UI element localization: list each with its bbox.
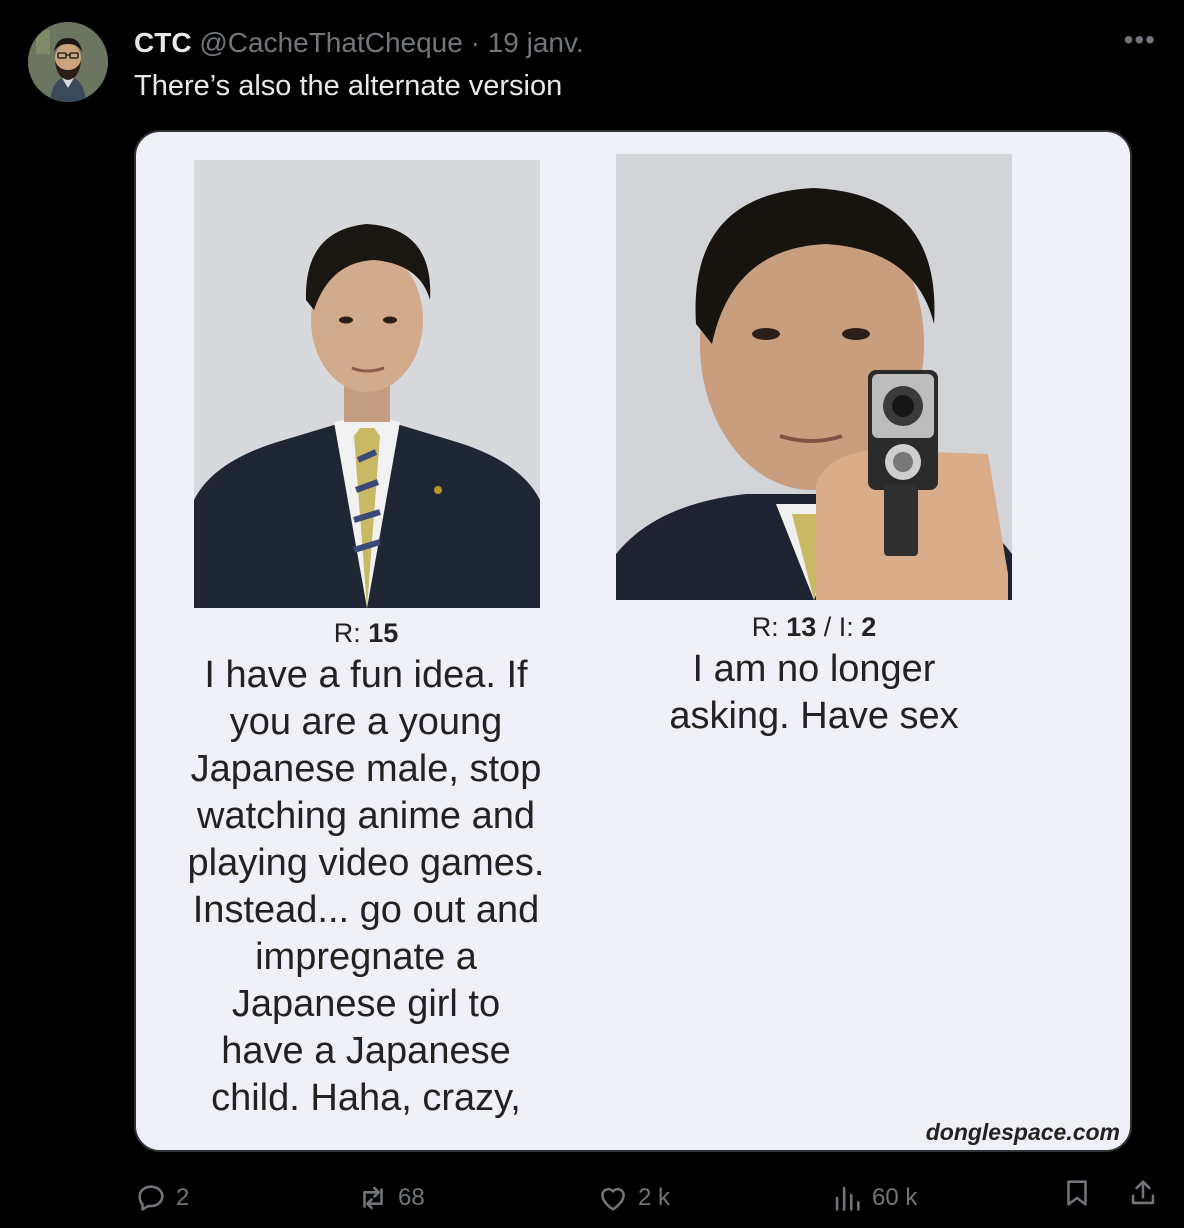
left-caption: R: 15 I have a fun idea. If you are a yo…: [156, 618, 576, 1122]
bookmark-icon: [1067, 1180, 1087, 1206]
like-count: 2 k: [638, 1184, 671, 1211]
repost-count: 68: [398, 1184, 425, 1211]
left-quote-line: I have a fun idea. If: [204, 654, 528, 696]
left-quote-line: Japanese male, stop: [190, 748, 542, 790]
views-chart-icon: [835, 1186, 860, 1211]
avatar-illustration: [28, 22, 108, 102]
tweet-header: CTC @CacheThatCheque · 19 janv.: [134, 26, 584, 60]
left-quote-line: have a Japanese: [221, 1030, 511, 1072]
bookmark-button[interactable]: [1060, 1176, 1094, 1210]
right-quote: I am no longer asking. Have sex: [614, 646, 1014, 740]
author-name[interactable]: CTC: [134, 27, 192, 58]
reply-button[interactable]: 2: [134, 1176, 189, 1220]
portrait-photo: [194, 160, 540, 608]
left-rank-value: 15: [368, 618, 399, 648]
left-quote-line: child. Haha, crazy,: [211, 1077, 521, 1119]
tweet-actions: 2 68 2 k 60 k: [134, 1176, 1164, 1220]
author-avatar[interactable]: [28, 22, 108, 102]
watermark: donglespace.com: [925, 1119, 1120, 1145]
repost-button[interactable]: 68: [356, 1176, 425, 1220]
views-count: 60 k: [872, 1184, 918, 1211]
left-quote-line: watching anime and: [197, 795, 535, 837]
left-quote-line: Japanese girl to: [231, 983, 501, 1025]
repost-icon: [363, 1186, 383, 1210]
like-button[interactable]: 2 k: [596, 1176, 670, 1220]
tweet-media-image[interactable]: R: 15 I have a fun idea. If you are a yo…: [134, 130, 1132, 1152]
left-rank-label: R:: [333, 618, 369, 648]
share-icon: [1131, 1180, 1155, 1205]
tweet-text: There’s also the alternate version: [134, 70, 563, 102]
left-quote-line: impregnate a: [255, 936, 477, 978]
tweet-date[interactable]: 19 janv.: [488, 27, 584, 58]
left-quote-line: playing video games.: [187, 842, 545, 884]
right-quote-line: I am no longer: [692, 648, 936, 690]
right-rank-label: R:: [751, 612, 787, 642]
header-separator: ·: [470, 27, 480, 58]
views-button[interactable]: 60 k: [830, 1176, 917, 1220]
left-rank: R: 15: [156, 618, 576, 648]
share-button[interactable]: [1126, 1176, 1160, 1210]
heart-icon: [601, 1187, 625, 1211]
right-rank-value: 13: [786, 612, 817, 642]
left-quote-line: you are a young: [229, 701, 503, 743]
left-quote: I have a fun idea. If you are a young Ja…: [156, 652, 576, 1122]
right-rank: R: 13 / I: 2: [614, 612, 1014, 642]
more-horizontal-icon: •••: [1123, 24, 1156, 55]
reply-icon: [138, 1185, 164, 1211]
reply-count: 2: [176, 1184, 190, 1211]
gun-pointing-photo: [616, 154, 1012, 600]
right-rank-separator: / I:: [816, 612, 862, 642]
gun-pointing-illustration: [616, 154, 1012, 600]
author-handle[interactable]: @CacheThatCheque: [199, 27, 462, 58]
right-caption: R: 13 / I: 2 I am no longer asking. Have…: [614, 612, 1014, 740]
left-quote-line: Instead... go out and: [192, 889, 540, 931]
right-quote-line: asking. Have sex: [669, 695, 959, 737]
portrait-illustration: [194, 160, 540, 608]
more-options-button[interactable]: •••: [1124, 26, 1156, 54]
right-rank-value2: 2: [861, 612, 877, 642]
